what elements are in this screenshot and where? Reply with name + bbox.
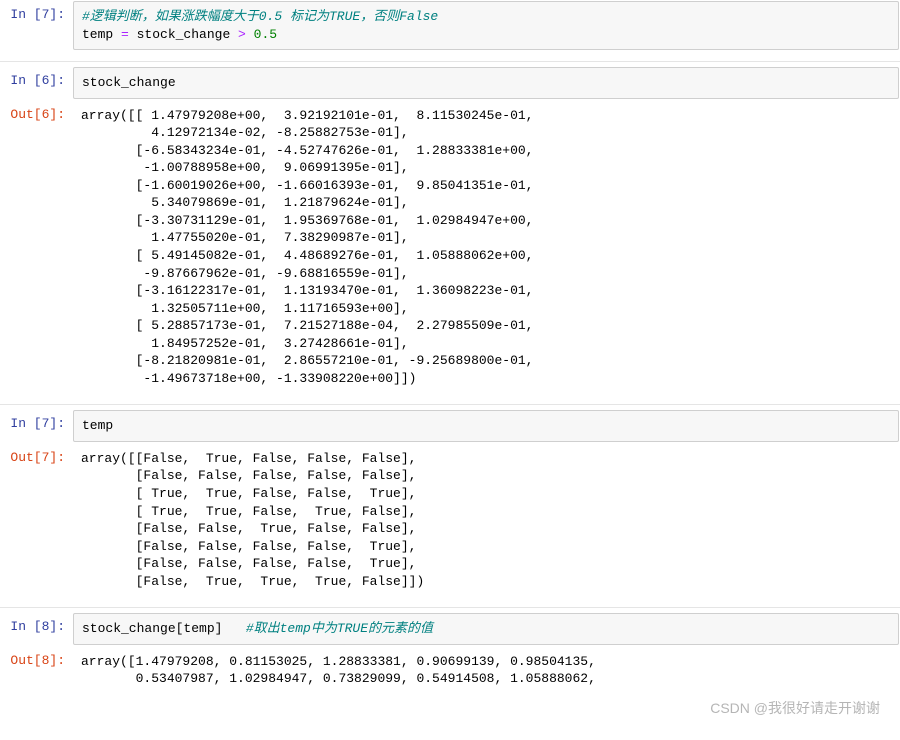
- in-prompt: In [6]:: [1, 67, 73, 99]
- out-prompt: Out[8]:: [1, 647, 73, 694]
- code-input[interactable]: #逻辑判断，如果涨跌幅度大于0.5 标记为TRUE，否则False temp =…: [73, 1, 899, 50]
- output-area: array([[False, True, False, False, False…: [73, 444, 899, 596]
- code-content: temp: [82, 417, 890, 435]
- output-content: array([[False, True, False, False, False…: [81, 450, 891, 590]
- out-prompt: Out[6]:: [1, 101, 73, 394]
- code-content: stock_change: [82, 74, 890, 92]
- watermark: CSDN @我很好请走开谢谢: [710, 698, 880, 718]
- code-content: #逻辑判断，如果涨跌幅度大于0.5 标记为TRUE，否则False temp =…: [82, 8, 890, 43]
- out-prompt: Out[7]:: [1, 444, 73, 596]
- code-input[interactable]: temp: [73, 410, 899, 442]
- code-input[interactable]: stock_change[temp] #取出temp中为TRUE的元素的值: [73, 613, 899, 645]
- output-cell: Out[7]: array([[False, True, False, Fals…: [0, 443, 900, 597]
- in-prompt: In [7]:: [1, 410, 73, 442]
- code-input[interactable]: stock_change: [73, 67, 899, 99]
- output-content: array([1.47979208, 0.81153025, 1.2883338…: [81, 653, 891, 688]
- input-cell[interactable]: In [8]: stock_change[temp] #取出temp中为TRUE…: [0, 612, 900, 646]
- in-prompt: In [7]:: [1, 1, 73, 50]
- input-cell[interactable]: In [6]: stock_change: [0, 66, 900, 100]
- input-cell[interactable]: In [7]: #逻辑判断，如果涨跌幅度大于0.5 标记为TRUE，否则Fals…: [0, 0, 900, 51]
- output-cell: Out[8]: array([1.47979208, 0.81153025, 1…: [0, 646, 900, 695]
- in-prompt: In [8]:: [1, 613, 73, 645]
- output-content: array([[ 1.47979208e+00, 3.92192101e-01,…: [81, 107, 891, 388]
- output-area: array([[ 1.47979208e+00, 3.92192101e-01,…: [73, 101, 899, 394]
- input-cell[interactable]: In [7]: temp: [0, 409, 900, 443]
- output-area: array([1.47979208, 0.81153025, 1.2883338…: [73, 647, 899, 694]
- output-cell: Out[6]: array([[ 1.47979208e+00, 3.92192…: [0, 100, 900, 395]
- code-content: stock_change[temp] #取出temp中为TRUE的元素的值: [82, 620, 890, 638]
